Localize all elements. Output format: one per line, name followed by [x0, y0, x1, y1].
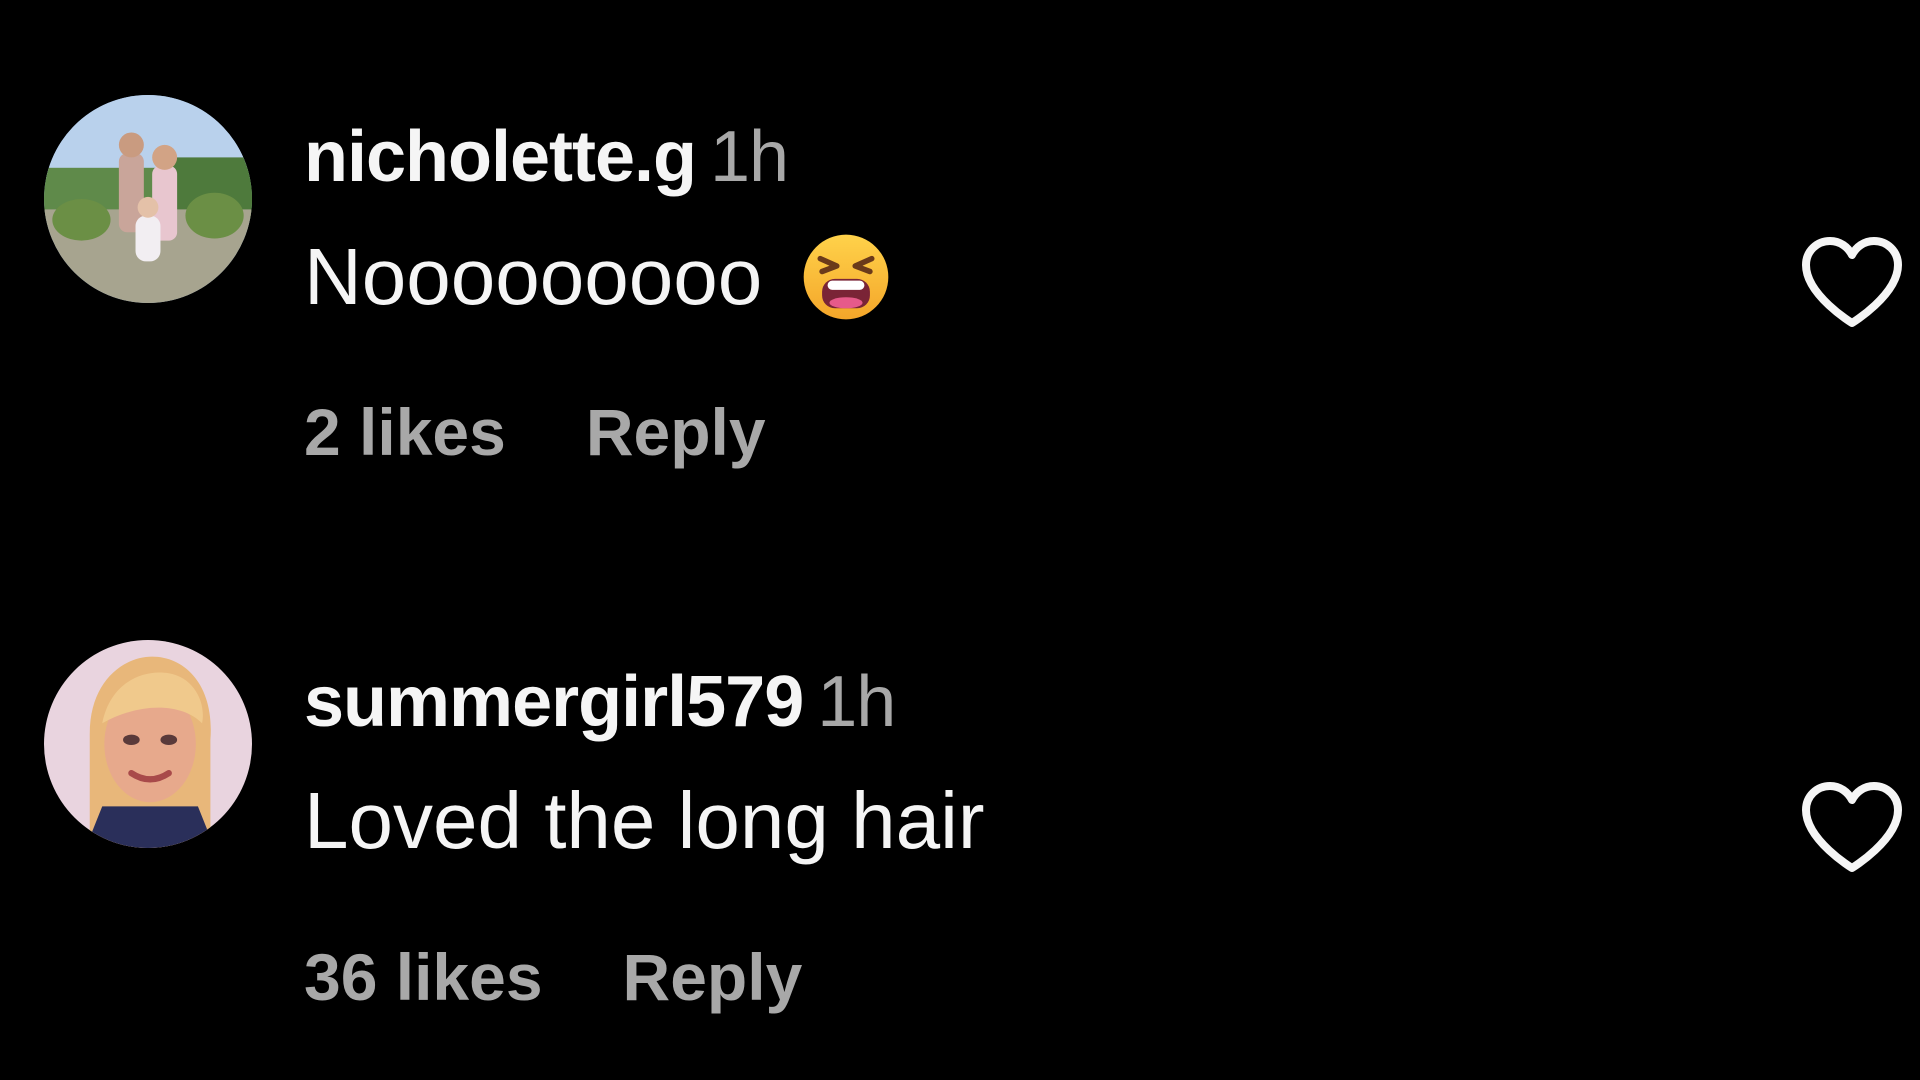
avatar-photo-portrait	[44, 640, 252, 848]
tired-face-emoji-icon	[800, 231, 892, 323]
timestamp: 1h	[710, 117, 789, 197]
comment-actions: 36 likes Reply	[304, 940, 802, 1014]
likes-count-link[interactable]: 2 likes	[304, 395, 506, 469]
avatar-photo-family	[44, 95, 252, 303]
comment-text: Loved the long hair	[304, 776, 985, 865]
comment-header: nicholette.g 1h	[304, 117, 789, 197]
comment-text: Nooooooooo	[304, 232, 763, 321]
likes-count-link[interactable]: 36 likes	[304, 940, 543, 1014]
comment-actions: 2 likes Reply	[304, 395, 766, 469]
comment-item: nicholette.g 1h Nooooooooo 2 likes Reply	[0, 95, 1920, 469]
timestamp: 1h	[817, 662, 896, 742]
comment-list: nicholette.g 1h Nooooooooo 2 likes Reply…	[0, 0, 1920, 1080]
avatar[interactable]	[44, 640, 252, 848]
reply-button[interactable]: Reply	[586, 395, 766, 469]
heart-outline-icon[interactable]	[1800, 235, 1904, 331]
reply-button[interactable]: Reply	[623, 940, 803, 1014]
username-link[interactable]: summergirl579	[304, 662, 804, 742]
comment-body: Loved the long hair	[304, 776, 985, 866]
username-link[interactable]: nicholette.g	[304, 117, 697, 197]
comment-header: summergirl579 1h	[304, 662, 896, 742]
heart-outline-icon[interactable]	[1800, 780, 1904, 876]
comment-item: summergirl579 1h Loved the long hair 36 l…	[0, 640, 1920, 1014]
avatar[interactable]	[44, 95, 252, 303]
comment-body: Nooooooooo	[304, 231, 892, 323]
